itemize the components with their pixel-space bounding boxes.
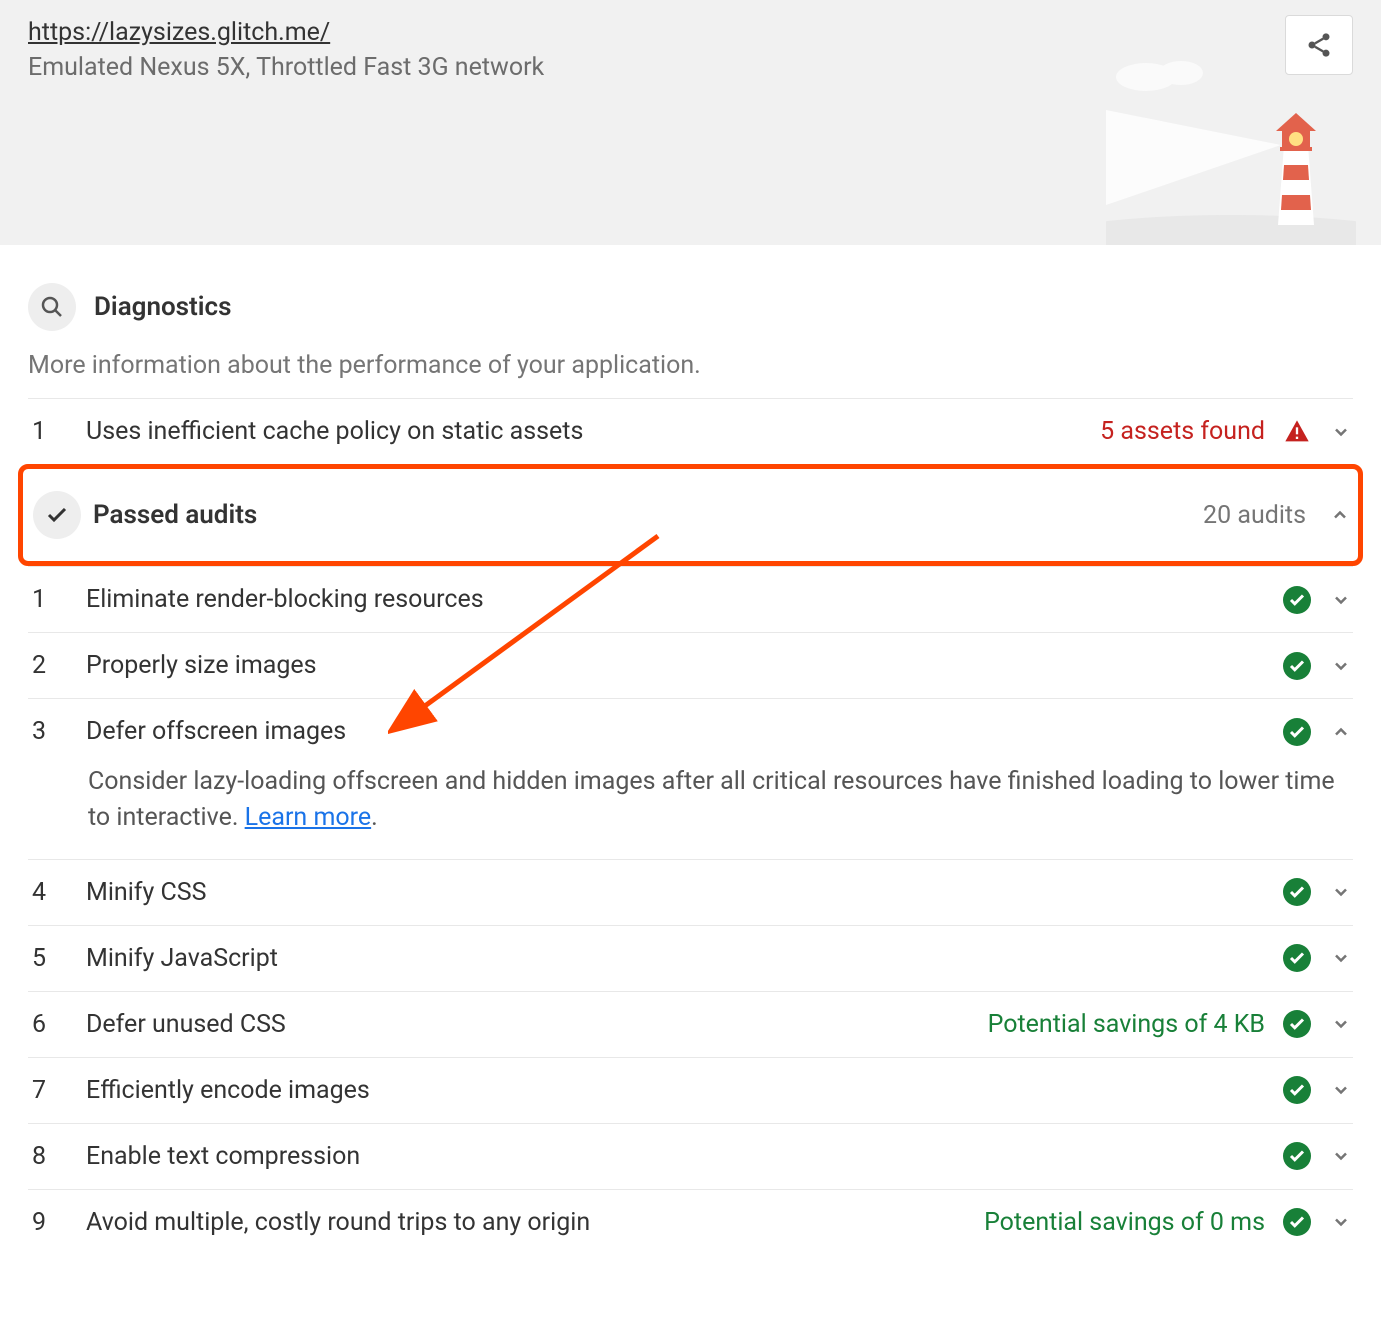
audit-title: Minify JavaScript [86, 944, 1283, 973]
pass-check-icon [1283, 1010, 1311, 1038]
learn-more-link[interactable]: Learn more [245, 803, 371, 832]
audit-row[interactable]: 6Defer unused CSSPotential savings of 4 … [28, 991, 1353, 1057]
lighthouse-logo [1106, 55, 1356, 245]
pass-check-icon [1283, 944, 1311, 972]
audit-title: Defer offscreen images [86, 717, 1283, 746]
audit-title: Efficiently encode images [86, 1076, 1283, 1105]
audit-number: 1 [28, 417, 86, 446]
search-icon [28, 283, 76, 331]
chevron-down-icon [1329, 948, 1353, 968]
audit-title: Defer unused CSS [86, 1010, 988, 1039]
audit-row[interactable]: 1Eliminate render-blocking resources [28, 566, 1353, 632]
chevron-down-icon [1329, 590, 1353, 610]
audit-title: Uses inefficient cache policy on static … [86, 417, 1100, 446]
audit-number: 4 [28, 878, 86, 907]
audit-number: 7 [28, 1076, 86, 1105]
pass-check-icon [1283, 718, 1311, 746]
passed-audits-highlight: Passed audits 20 audits [18, 464, 1363, 566]
chevron-down-icon [1329, 1212, 1353, 1232]
audit-row-failed[interactable]: 1 Uses inefficient cache policy on stati… [28, 398, 1353, 464]
passed-audits-count: 20 audits [1203, 501, 1306, 530]
audit-summary: Potential savings of 4 KB [988, 1010, 1265, 1039]
chevron-down-icon [1329, 422, 1353, 442]
audit-number: 6 [28, 1010, 86, 1039]
audit-title: Enable text compression [86, 1142, 1283, 1171]
audit-row[interactable]: 8Enable text compression [28, 1123, 1353, 1189]
chevron-down-icon [1329, 1080, 1353, 1100]
audit-row[interactable]: 2Properly size images [28, 632, 1353, 698]
audit-row[interactable]: 9Avoid multiple, costly round trips to a… [28, 1189, 1353, 1255]
pass-check-icon [1283, 1076, 1311, 1104]
warning-icon [1283, 418, 1311, 446]
diagnostics-header: Diagnostics [28, 265, 1353, 345]
audit-title: Eliminate render-blocking resources [86, 585, 1283, 614]
pass-check-icon [1283, 878, 1311, 906]
diagnostics-description: More information about the performance o… [28, 345, 1353, 398]
report-header: https://lazysizes.glitch.me/ Emulated Ne… [0, 0, 1381, 245]
passed-audits-list: 1Eliminate render-blocking resources2Pro… [28, 566, 1353, 1255]
audit-number: 1 [28, 585, 86, 614]
passed-audits-toggle[interactable]: Passed audits 20 audits [29, 469, 1352, 561]
audit-summary: Potential savings of 0 ms [984, 1208, 1265, 1237]
chevron-down-icon [1329, 882, 1353, 902]
check-icon [33, 491, 81, 539]
audit-number: 5 [28, 944, 86, 973]
chevron-down-icon [1329, 1146, 1353, 1166]
audit-title: Avoid multiple, costly round trips to an… [86, 1208, 984, 1237]
pass-check-icon [1283, 652, 1311, 680]
report-url-link[interactable]: https://lazysizes.glitch.me/ [28, 18, 330, 47]
chevron-up-icon [1329, 722, 1353, 742]
audit-row[interactable]: 3Defer offscreen images [28, 698, 1353, 764]
audit-number: 9 [28, 1208, 86, 1237]
audit-row[interactable]: 7Efficiently encode images [28, 1057, 1353, 1123]
audit-title: Properly size images [86, 651, 1283, 680]
audit-row[interactable]: 5Minify JavaScript [28, 925, 1353, 991]
pass-check-icon [1283, 1142, 1311, 1170]
chevron-up-icon [1328, 505, 1352, 525]
pass-check-icon [1283, 1208, 1311, 1236]
pass-check-icon [1283, 586, 1311, 614]
diagnostics-title: Diagnostics [94, 292, 231, 322]
audit-number: 8 [28, 1142, 86, 1171]
audit-number: 3 [28, 717, 86, 746]
audit-description: Consider lazy-loading offscreen and hidd… [28, 764, 1353, 860]
audit-row[interactable]: 4Minify CSS [28, 859, 1353, 925]
audit-title: Minify CSS [86, 878, 1283, 907]
chevron-down-icon [1329, 656, 1353, 676]
audit-number: 2 [28, 651, 86, 680]
chevron-down-icon [1329, 1014, 1353, 1034]
audit-summary: 5 assets found [1100, 417, 1265, 446]
passed-audits-title: Passed audits [93, 500, 1203, 530]
